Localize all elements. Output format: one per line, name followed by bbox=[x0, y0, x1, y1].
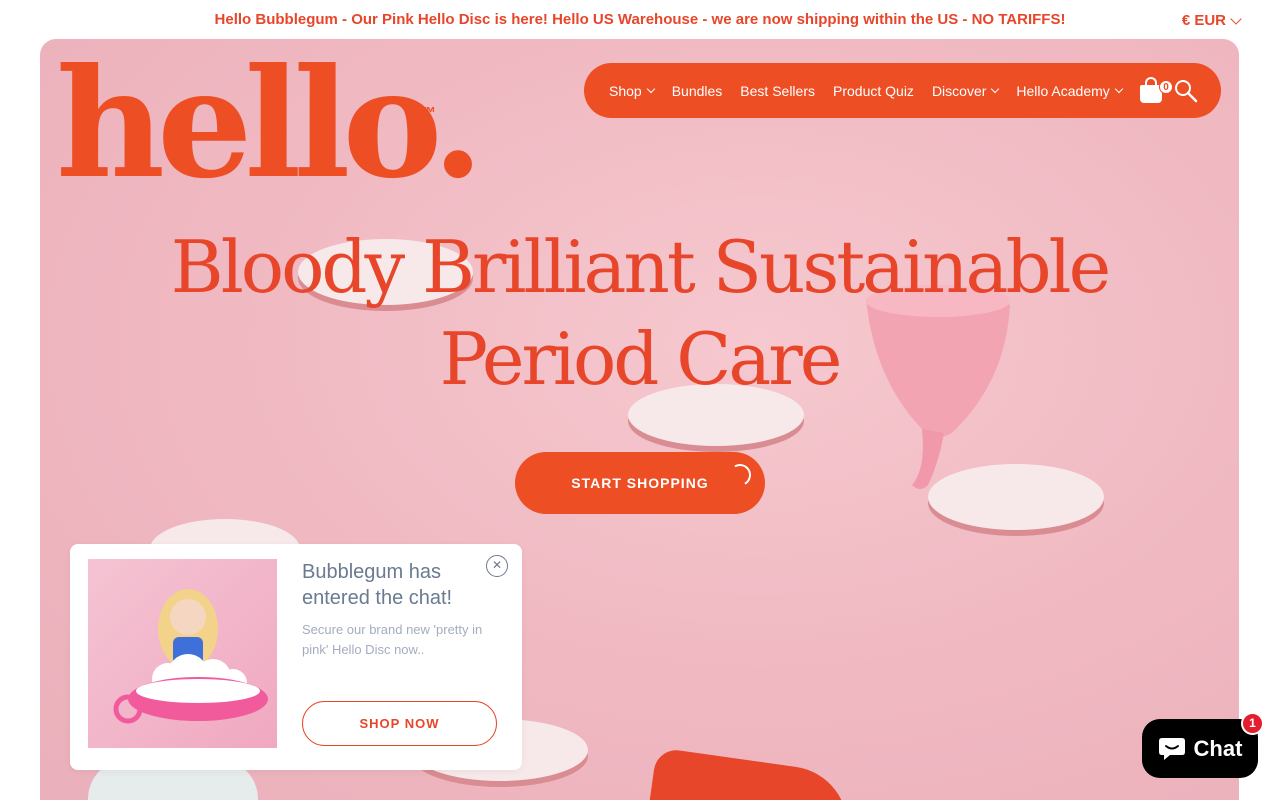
nav-item-hello-academy[interactable]: Hello Academy bbox=[1016, 82, 1124, 99]
chat-button[interactable]: Chat bbox=[1142, 719, 1258, 778]
hero-headline-line-1: Bloody Brilliant Sustainable bbox=[170, 225, 1111, 309]
nav-item-label: Discover bbox=[931, 82, 987, 99]
loading-spinner-icon bbox=[726, 461, 754, 489]
nav-item-label: Bundles bbox=[671, 82, 723, 99]
announcement-text[interactable]: Hello Bubblegum - Our Pink Hello Disc is… bbox=[0, 11, 1280, 28]
chevron-down-icon bbox=[991, 84, 1000, 94]
doll-in-disc-illustration bbox=[113, 589, 268, 724]
hero-headline: Bloody Brilliant Sustainable Period Care bbox=[40, 221, 1239, 405]
orange-product-decoration bbox=[648, 747, 856, 800]
promo-image bbox=[88, 559, 277, 748]
nav-item-bundles[interactable]: Bundles bbox=[672, 83, 723, 99]
shop-now-button[interactable]: SHOP NOW bbox=[302, 701, 497, 746]
nav-item-label: Hello Academy bbox=[1016, 82, 1110, 99]
close-icon[interactable]: ✕ bbox=[486, 555, 508, 577]
main-nav: Shop Bundles Best Sellers Product Quiz D… bbox=[584, 63, 1221, 118]
currency-selector[interactable]: € EUR bbox=[1181, 12, 1242, 29]
nav-item-shop[interactable]: Shop bbox=[609, 82, 655, 99]
start-shopping-label: START SHOPPING bbox=[571, 475, 709, 491]
promo-popup: Bubblegum has entered the chat! Secure o… bbox=[70, 544, 522, 770]
chat-bubble-icon bbox=[1158, 737, 1185, 760]
chevron-down-icon bbox=[646, 84, 655, 94]
search-icon[interactable] bbox=[1174, 79, 1198, 103]
chevron-down-icon bbox=[1230, 12, 1242, 25]
nav-item-best-sellers[interactable]: Best Sellers bbox=[740, 83, 815, 99]
cart-button[interactable]: 0 bbox=[1140, 77, 1173, 105]
trademark-symbol: ™ bbox=[420, 105, 436, 122]
start-shopping-button[interactable]: START SHOPPING bbox=[515, 452, 765, 514]
logo[interactable]: hello. bbox=[56, 49, 484, 199]
currency-label: € EUR bbox=[1181, 12, 1226, 29]
popup-title: Bubblegum has entered the chat! bbox=[302, 561, 453, 609]
popup-subtitle: Secure our brand new 'pretty in pink' He… bbox=[302, 622, 483, 657]
nav-item-label: Best Sellers bbox=[740, 82, 815, 99]
nav-item-discover[interactable]: Discover bbox=[931, 82, 1000, 99]
nav-item-product-quiz[interactable]: Product Quiz bbox=[833, 83, 914, 99]
shop-now-label: SHOP NOW bbox=[359, 716, 440, 731]
nav-item-label: Product Quiz bbox=[833, 82, 914, 99]
chevron-down-icon bbox=[1114, 84, 1124, 94]
announcement-bar: Hello Bubblegum - Our Pink Hello Disc is… bbox=[0, 0, 1280, 39]
chat-label: Chat bbox=[1193, 735, 1243, 761]
cart-count-badge: 0 bbox=[1159, 80, 1173, 94]
nav-item-label: Shop bbox=[609, 82, 642, 99]
chat-notification-badge: 1 bbox=[1241, 712, 1264, 735]
hero-headline-line-2: Period Care bbox=[439, 317, 843, 401]
